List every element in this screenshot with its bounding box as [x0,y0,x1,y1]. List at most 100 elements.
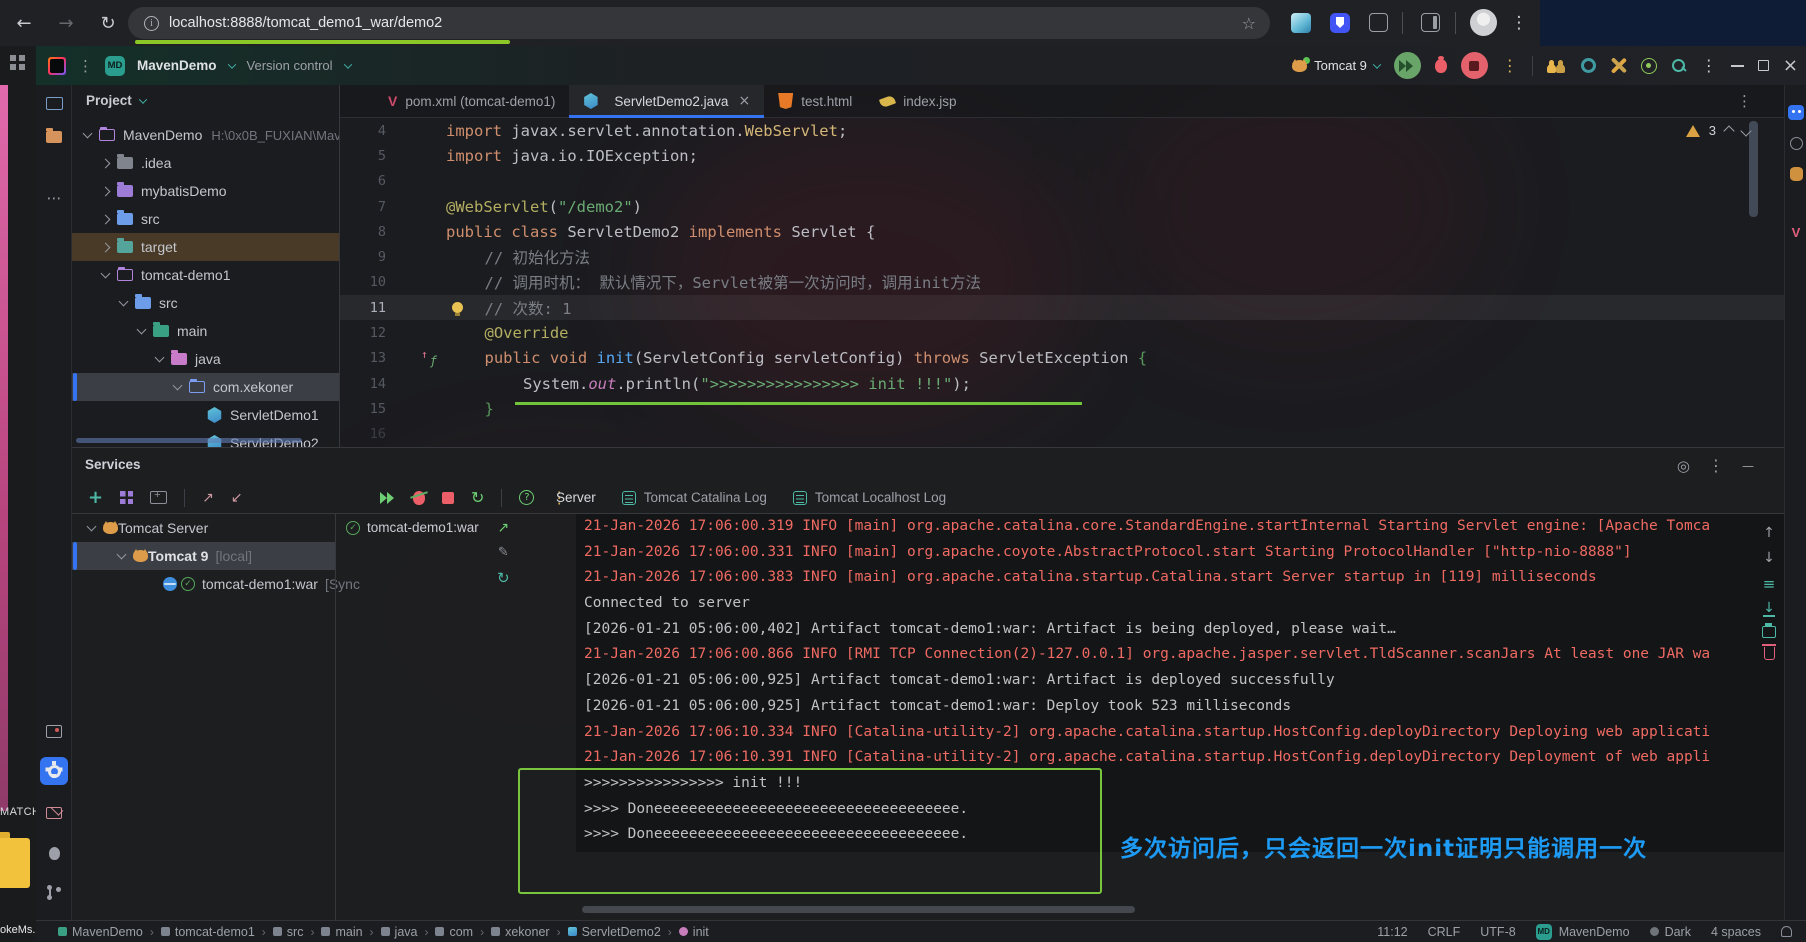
ai-assistant-icon[interactable] [1785,105,1806,120]
breadcrumb-item-tomcat-demo1[interactable]: tomcat-demo1 [161,925,255,939]
code-line-11[interactable]: 11// 次数: 1 [340,295,1784,320]
window-minimize-button[interactable] [1731,65,1744,67]
project-tree-item-src[interactable]: src [72,205,340,233]
project-tree-item-src[interactable]: src [72,289,340,317]
code-line-13[interactable]: 13public void init(ServletConfig servlet… [340,346,1784,371]
build-tools-icon[interactable] [1610,57,1627,74]
project-hscrollbar[interactable] [76,438,302,443]
main-menu-icon[interactable] [78,57,93,75]
tab-close-icon[interactable] [738,93,750,109]
intellij-logo-icon[interactable] [48,57,66,75]
chevron-open-icon[interactable] [101,269,111,279]
deploy-arrow-icon[interactable] [497,520,509,536]
run-more-options-icon[interactable] [1502,56,1518,75]
toolwindow-problems-bug-icon[interactable] [36,847,72,860]
code-editor[interactable]: 4import javax.servlet.annotation.WebServ… [340,118,1784,447]
scroll-up-icon[interactable] [1763,525,1775,541]
toolwindow-image-icon[interactable] [36,725,72,738]
editor-tab-index.jsp[interactable]: index.jsp [866,85,970,117]
code-line-14[interactable]: 14System.out.println(">>>>>>>>>>>>>>>> i… [340,371,1784,396]
notifications-icon[interactable] [1785,137,1806,150]
database-icon[interactable] [1785,167,1806,181]
extensions-puzzle-icon[interactable] [1369,13,1388,32]
breadcrumb-item-xekoner[interactable]: xekoner [491,925,549,939]
scroll-to-end-icon[interactable] [1763,602,1775,617]
project-tree-item-target[interactable]: target [72,233,340,261]
project-tree-item-main[interactable]: main [72,317,340,345]
stop-server-icon[interactable] [442,492,454,504]
chevron-closed-icon[interactable] [101,214,111,224]
breadcrumb-item-MavenDemo[interactable]: MavenDemo [58,925,143,939]
extension-snowflake-icon[interactable] [1291,13,1311,33]
window-close-button[interactable] [1783,55,1798,76]
desktop-folder-icon[interactable] [0,838,30,888]
chevron-open-icon[interactable] [119,297,129,307]
toolwindow-git-branch-icon[interactable] [36,885,72,900]
console-hscrollbar[interactable] [582,906,1135,913]
code-line-10[interactable]: 10// 调用时机： 默认情况下，Servlet被第一次访问时，调用init方法 [340,270,1784,295]
search-everywhere-icon[interactable] [1671,58,1687,74]
project-tree-item-ServletDemo1[interactable]: ServletDemo1 [72,401,340,429]
services-tree-item-Tomcat Server[interactable]: Tomcat Server [72,514,335,542]
open-in-new-tab-icon[interactable] [150,491,167,504]
line-separator[interactable]: CRLF [1428,925,1461,939]
file-encoding[interactable]: UTF-8 [1480,925,1515,939]
profiler-icon[interactable] [1581,58,1596,73]
project-panel-header[interactable]: Project [86,93,146,108]
toolwindow-monitor-icon[interactable] [36,97,72,110]
scroll-to-source-icon[interactable] [1677,457,1690,475]
breadcrumb-item-java[interactable]: java [381,925,418,939]
breadcrumb-item-ServletDemo2[interactable]: ServletDemo2 [568,925,661,939]
help-icon[interactable] [519,490,534,505]
breadcrumb-item-main[interactable]: main [321,925,362,939]
inspections-widget[interactable]: 3 [1686,123,1750,138]
toolwindow-services-icon[interactable] [36,757,72,785]
refresh-artifact-icon[interactable] [497,569,510,587]
code-line-8[interactable]: 8public class ServletDemo2 implements Se… [340,219,1784,244]
status-project-widget[interactable]: MD MavenDemo [1536,924,1630,940]
chevron-open-icon[interactable] [173,381,183,391]
site-info-icon[interactable] [144,16,159,31]
browser-forward-icon[interactable] [52,0,80,46]
maven-v-icon[interactable] [1785,225,1806,240]
chevron-closed-icon[interactable] [101,158,111,168]
window-maximize-button[interactable] [1758,60,1769,71]
prev-problem-icon[interactable] [1723,125,1734,136]
breadcrumb-item-com[interactable]: com [435,925,473,939]
tab-options-icon[interactable] [1737,92,1752,110]
chevron-open-icon[interactable] [87,522,97,532]
plugins-atom-icon[interactable] [1641,58,1657,74]
soft-wrap-icon[interactable] [1763,575,1776,593]
browser-menu-icon[interactable] [1506,0,1532,46]
code-line-4[interactable]: 4import javax.servlet.annotation.WebServ… [340,118,1784,143]
debug-button[interactable] [1435,59,1447,73]
expand-all-icon[interactable] [202,490,214,506]
browser-address-bar[interactable]: localhost:8888/tomcat_demo1_war/demo2 [128,7,1270,39]
panel-options-icon[interactable] [1708,456,1724,475]
toolwindow-mail-icon[interactable] [36,807,72,819]
code-line-16[interactable]: 16 [340,422,1784,447]
indent-widget[interactable]: 4 spaces [1711,925,1761,939]
vcs-widget[interactable]: Version control [247,58,333,73]
hide-panel-icon[interactable] [1742,459,1754,473]
deployed-artifact-row[interactable]: tomcat-demo1:war [346,520,479,535]
code-line-15[interactable]: 15} [340,396,1784,421]
code-line-6[interactable]: 6 [340,169,1784,194]
bell-icon[interactable] [1781,926,1792,937]
run-button[interactable] [1394,52,1421,79]
code-with-me-icon[interactable] [1547,58,1567,73]
code-line-12[interactable]: 12@Override [340,320,1784,345]
browser-profile-avatar[interactable] [1470,9,1497,36]
print-icon[interactable] [1762,626,1776,638]
editor-tab-ServletDemo2.java[interactable]: ServletDemo2.java [569,85,764,117]
chevron-open-icon[interactable] [83,129,93,139]
toolwindow-project-icon[interactable] [36,131,72,143]
chevron-open-icon[interactable] [117,550,127,560]
url-text[interactable]: localhost:8888/tomcat_demo1_war/demo2 [169,15,442,31]
code-line-9[interactable]: 9// 初始化方法 [340,244,1784,269]
browser-back-icon[interactable] [10,0,38,46]
side-panel-icon[interactable] [1421,13,1440,32]
stop-button[interactable] [1461,52,1488,79]
breadcrumb-item-init[interactable]: init [679,925,709,939]
bookmark-star-icon[interactable] [1242,14,1256,33]
